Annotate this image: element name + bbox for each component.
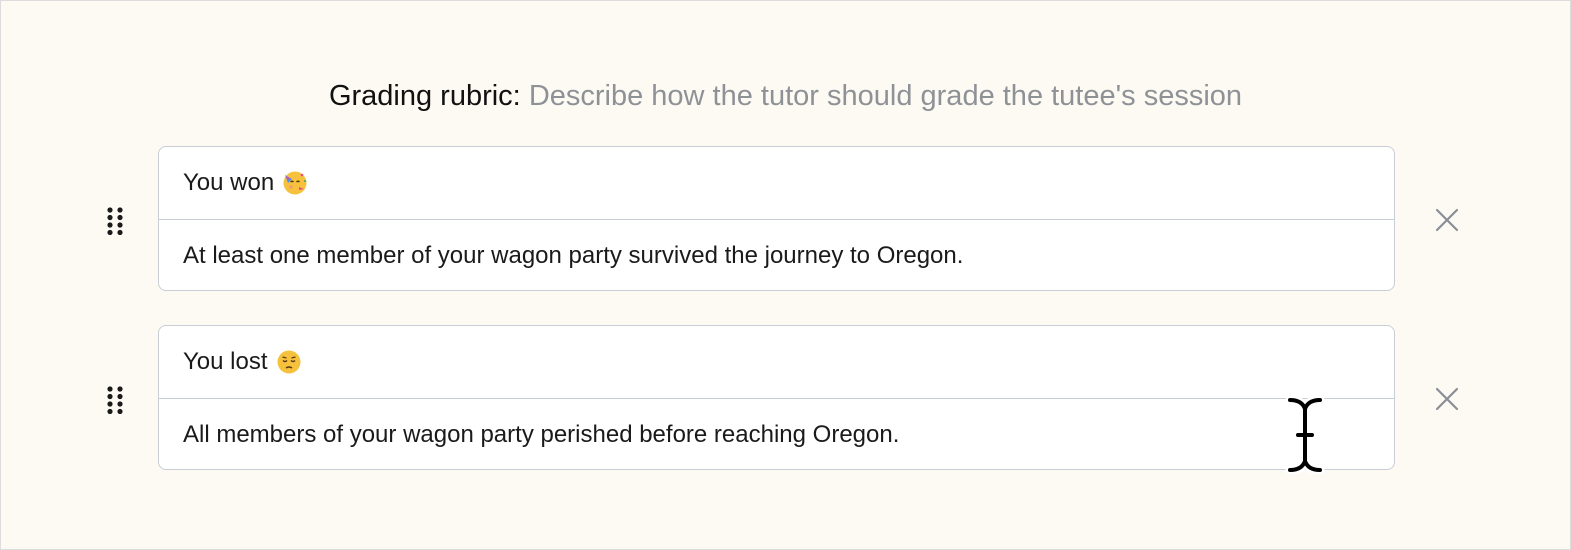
rubric-title-field[interactable]: You won [159, 147, 1394, 219]
close-icon [1435, 208, 1459, 232]
remove-rubric-button[interactable] [1433, 206, 1461, 234]
rubric-item: You lost All members of your wagon party… [0, 325, 1571, 473]
drag-handle-icon[interactable] [107, 207, 123, 235]
rubric-title-field[interactable]: You lost [159, 326, 1394, 398]
close-icon [1435, 387, 1459, 411]
rubric-title-text: You won [183, 169, 275, 196]
partying-face-emoji-icon [282, 170, 308, 196]
rubric-title-text: You lost [183, 348, 268, 375]
grading-rubric-heading: Grading rubric: Describe how the tutor s… [0, 78, 1571, 114]
drag-handle-icon[interactable] [107, 386, 123, 414]
rubric-item: You won At least one member of your wago… [0, 146, 1571, 294]
pensive-face-emoji-icon [276, 349, 302, 375]
rubric-description-field[interactable]: At least one member of your wagon party … [159, 219, 1394, 290]
heading-hint: Describe how the tutor should grade the … [528, 80, 1243, 112]
rubric-card: You lost All members of your wagon party… [158, 325, 1395, 470]
rubric-description-field[interactable]: All members of your wagon party perished… [159, 398, 1394, 469]
heading-label: Grading rubric: [328, 80, 521, 112]
remove-rubric-button[interactable] [1433, 385, 1461, 413]
rubric-card: You won At least one member of your wago… [158, 146, 1395, 291]
